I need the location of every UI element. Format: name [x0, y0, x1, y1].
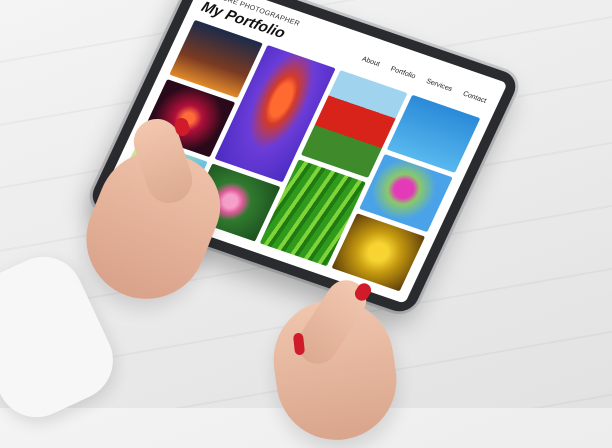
nav-portfolio[interactable]: Portfolio [389, 66, 416, 81]
nav-contact[interactable]: Contact [462, 91, 488, 105]
nav-services[interactable]: Services [425, 78, 453, 93]
nav-about[interactable]: About [361, 56, 381, 68]
